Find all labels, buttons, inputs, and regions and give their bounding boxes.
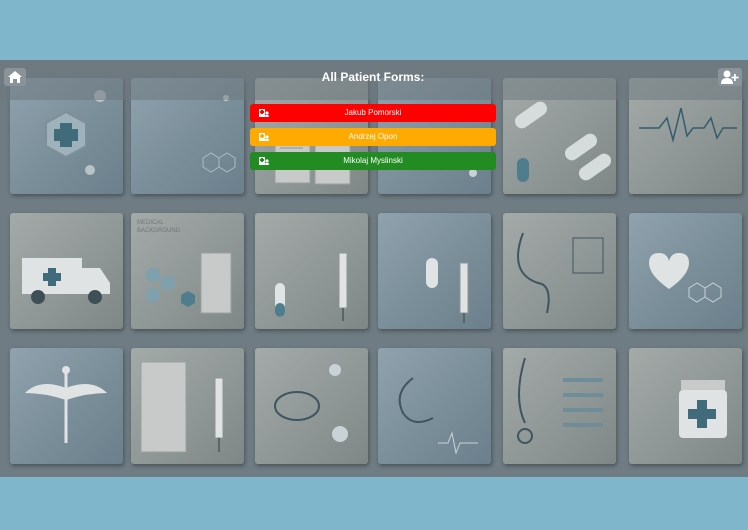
patient-form-button[interactable]: Andrzej Opon [250, 128, 496, 146]
syringe-capsule-tile [255, 213, 368, 329]
patient-name: Jakub Pomorski [344, 108, 402, 117]
heart-hexagon-tile [629, 213, 742, 329]
patient-name: Andrzej Opon [348, 132, 398, 141]
add-user-button[interactable] [718, 68, 742, 86]
patient-forms-list: Jakub Pomorski Andrzej Opon Mikolaj Mysl… [250, 104, 496, 176]
caduceus-tile [10, 348, 123, 464]
stethoscope-list-tile [503, 348, 616, 464]
tile-caption: MEDICAL BACKGROUND [137, 220, 181, 234]
stethoscope-grid-tile [503, 213, 616, 329]
patient-form-button[interactable]: Jakub Pomorski [250, 104, 496, 122]
patient-name: Mikolaj Myslinski [343, 156, 403, 165]
patient-form-button[interactable]: Mikolaj Myslinski [250, 152, 496, 170]
medicine-bottle-tile [629, 348, 742, 464]
hospital-user-icon [259, 133, 269, 141]
page-title: All Patient Forms: [321, 70, 425, 84]
chart-syringe-tile [131, 348, 244, 464]
stethoscope-tile [255, 348, 368, 464]
medical-background-sign-tile: MEDICAL BACKGROUND [131, 213, 244, 329]
capsule-syringe-tile [378, 213, 491, 329]
stethoscope-pulse-tile [378, 348, 491, 464]
ambulance-tile [10, 213, 123, 329]
hospital-user-icon [259, 157, 269, 165]
hospital-user-icon [259, 109, 269, 117]
user-plus-icon [721, 70, 739, 84]
